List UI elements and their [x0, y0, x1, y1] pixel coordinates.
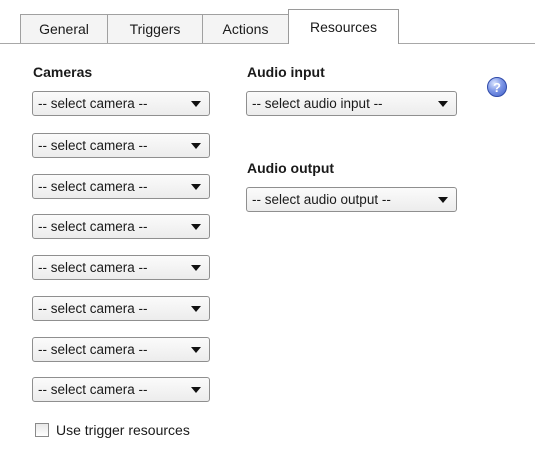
audio-input-select[interactable]: -- select audio input --	[246, 91, 457, 116]
camera-select-4[interactable]: -- select camera --	[32, 214, 210, 239]
audio-input-select-value: -- select audio input --	[252, 96, 383, 111]
tab-triggers[interactable]: Triggers	[107, 14, 203, 43]
chevron-down-icon	[191, 184, 201, 190]
chevron-down-icon	[191, 347, 201, 353]
tab-general[interactable]: General	[20, 14, 108, 43]
tab-resources[interactable]: Resources	[288, 9, 399, 44]
camera-select-8[interactable]: -- select camera --	[32, 377, 210, 402]
camera-select-1[interactable]: -- select camera --	[32, 91, 210, 116]
tab-actions[interactable]: Actions	[202, 14, 289, 43]
camera-select-value: -- select camera --	[38, 179, 148, 194]
camera-select-value: -- select camera --	[38, 382, 148, 397]
camera-select-6[interactable]: -- select camera --	[32, 296, 210, 321]
chevron-down-icon	[191, 101, 201, 107]
chevron-down-icon	[191, 265, 201, 271]
camera-select-value: -- select camera --	[38, 342, 148, 357]
help-icon[interactable]: ?	[487, 77, 507, 97]
camera-select-value: -- select camera --	[38, 260, 148, 275]
use-trigger-resources-label[interactable]: Use trigger resources	[56, 422, 190, 438]
chevron-down-icon	[191, 224, 201, 230]
audio-output-select-value: -- select audio output --	[252, 192, 391, 207]
camera-select-value: -- select camera --	[38, 219, 148, 234]
chevron-down-icon	[438, 197, 448, 203]
chevron-down-icon	[191, 387, 201, 393]
camera-select-5[interactable]: -- select camera --	[32, 255, 210, 280]
camera-select-value: -- select camera --	[38, 96, 148, 111]
tab-bar: General Triggers Actions Resources	[0, 0, 535, 44]
audio-output-select[interactable]: -- select audio output --	[246, 187, 457, 212]
chevron-down-icon	[191, 306, 201, 312]
camera-select-3[interactable]: -- select camera --	[32, 174, 210, 199]
camera-select-value: -- select camera --	[38, 301, 148, 316]
camera-select-7[interactable]: -- select camera --	[32, 337, 210, 362]
camera-select-2[interactable]: -- select camera --	[32, 133, 210, 158]
use-trigger-resources-checkbox[interactable]	[35, 423, 49, 437]
audio-input-heading: Audio input	[247, 64, 325, 80]
chevron-down-icon	[191, 143, 201, 149]
audio-output-heading: Audio output	[247, 160, 335, 176]
camera-select-value: -- select camera --	[38, 138, 148, 153]
chevron-down-icon	[438, 101, 448, 107]
cameras-heading: Cameras	[33, 64, 93, 80]
